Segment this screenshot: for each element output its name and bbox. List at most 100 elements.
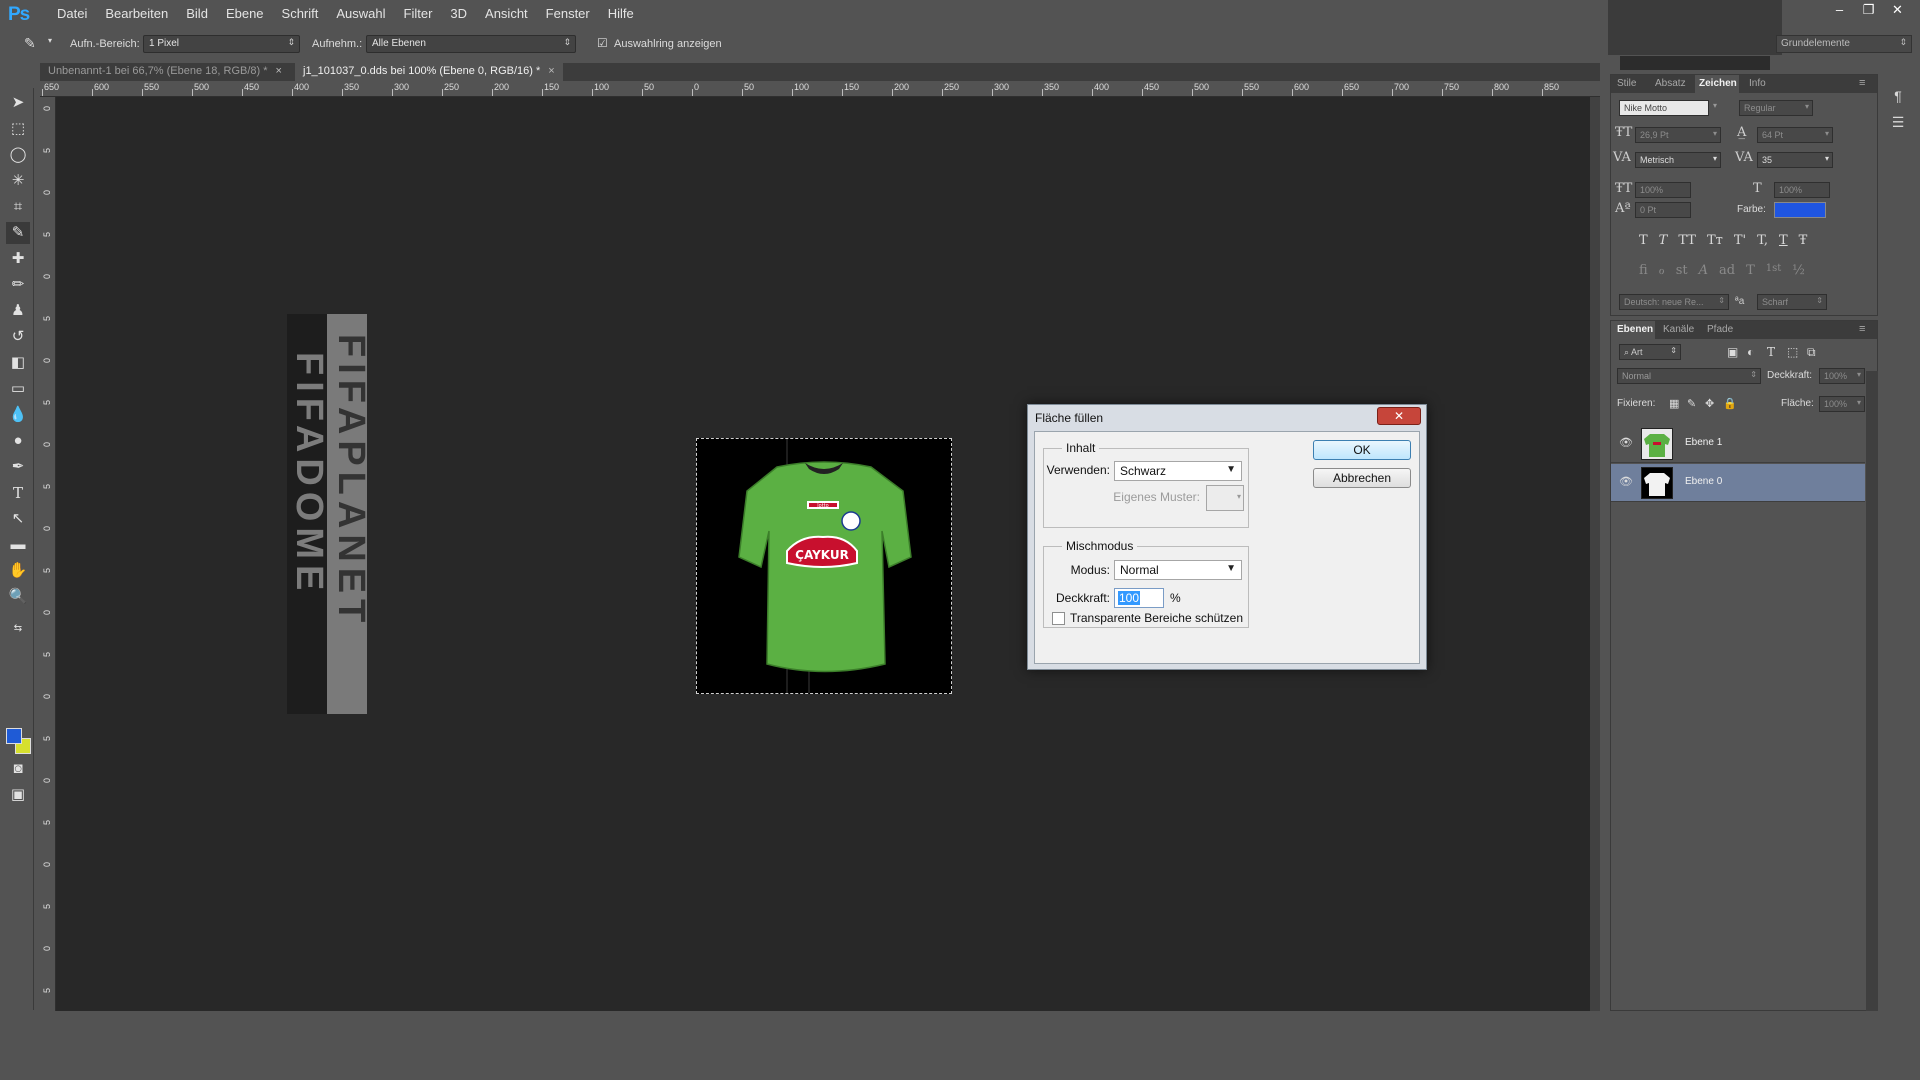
magic-wand-tool-icon[interactable]: ✳ — [6, 170, 30, 192]
tool-preset-chevron-icon[interactable]: ▾ — [48, 36, 52, 45]
font-style-field[interactable]: Regular ▾ — [1739, 100, 1813, 116]
menu-fenster[interactable]: Fenster — [537, 6, 599, 21]
adjustments-icon[interactable]: ☰ — [1884, 114, 1912, 140]
show-ring-checkbox[interactable]: ☑ — [597, 36, 608, 50]
filter-image-icon[interactable]: ▣ — [1727, 345, 1738, 359]
type-tool-icon[interactable]: T — [6, 482, 30, 504]
menu-ansicht[interactable]: Ansicht — [476, 6, 537, 21]
panel-menu-icon[interactable]: ≡ — [1859, 323, 1865, 335]
strikethrough-button[interactable]: Ŧ — [1799, 233, 1808, 248]
zoom-tool-icon[interactable]: 🔍 — [6, 586, 30, 608]
leading-field[interactable]: 64 Pt ▾ — [1757, 127, 1833, 143]
baseline-shift-field[interactable]: 0 Pt — [1635, 202, 1691, 218]
lock-position-icon[interactable]: ✥ — [1705, 397, 1714, 410]
menu-schrift[interactable]: Schrift — [273, 6, 328, 21]
lock-pixels-icon[interactable]: ✎ — [1687, 397, 1696, 410]
small-caps-button[interactable]: Tт — [1707, 233, 1723, 248]
fill-field[interactable]: 100% ▾ — [1819, 396, 1865, 412]
path-selection-tool-icon[interactable]: ↖ — [6, 508, 30, 530]
tab-kanaele[interactable]: Kanäle — [1663, 324, 1694, 335]
ordinals-button[interactable]: 1st — [1766, 263, 1782, 278]
tab-j1-dds[interactable]: j1_101037_0.dds bei 100% (Ebene 0, RGB/1… — [295, 63, 563, 81]
kerning-field[interactable]: Metrisch ▾ — [1635, 152, 1721, 168]
mode-select[interactable]: Normal ▼ — [1114, 560, 1242, 580]
layer-row-ebene-0[interactable]: 👁 Ebene 0 — [1611, 464, 1865, 502]
swap-colors-icon[interactable]: ⇆ — [6, 618, 30, 640]
ligature-button[interactable]: ﬁ — [1639, 263, 1648, 278]
eye-icon[interactable]: 👁 — [1619, 475, 1633, 488]
filter-smartobject-icon[interactable]: ⧉ — [1807, 345, 1816, 360]
antialias-field[interactable]: Scharf ⇕ — [1757, 294, 1827, 310]
filter-adjustment-icon[interactable]: ◐ — [1747, 345, 1754, 359]
dodge-tool-icon[interactable]: ● — [6, 430, 30, 452]
marquee-tool-icon[interactable]: ⬚ — [6, 118, 30, 140]
crop-tool-icon[interactable]: ⌗ — [6, 196, 30, 218]
font-size-field[interactable]: 26,9 Pt ▾ — [1635, 127, 1721, 143]
swash-button[interactable]: A — [1699, 263, 1708, 278]
underline-button[interactable]: T — [1779, 233, 1788, 248]
contextual-button[interactable]: ℴ — [1659, 263, 1665, 278]
close-window-button[interactable]: ✕ — [1883, 0, 1912, 20]
menu-datei[interactable]: Datei — [48, 6, 96, 21]
panel-menu-icon[interactable]: ≡ — [1859, 77, 1865, 89]
tab-unbenannt[interactable]: Unbenannt-1 bei 66,7% (Ebene 18, RGB/8) … — [40, 63, 290, 81]
tab-info[interactable]: Info — [1749, 78, 1766, 89]
menu-auswahl[interactable]: Auswahl — [327, 6, 394, 21]
screen-mode-icon[interactable]: ▣ — [6, 784, 30, 806]
vertical-scale-field[interactable]: 100% — [1635, 182, 1691, 198]
text-color-swatch[interactable] — [1774, 202, 1826, 218]
character-panel-icon[interactable]: ¶ — [1884, 88, 1912, 114]
close-icon[interactable]: × — [548, 65, 554, 77]
layer-row-ebene-1[interactable]: 👁 Ebene 1 — [1611, 425, 1865, 463]
menu-3d[interactable]: 3D — [441, 6, 476, 21]
faux-italic-button[interactable]: T — [1659, 233, 1668, 248]
hand-tool-icon[interactable]: ✋ — [6, 560, 30, 582]
tab-stile[interactable]: Stile — [1617, 78, 1636, 89]
fractions-button[interactable]: ½ — [1792, 263, 1805, 278]
superscript-button[interactable]: T' — [1734, 233, 1746, 248]
lock-all-icon[interactable]: 🔒 — [1723, 397, 1737, 410]
tab-ebenen[interactable]: Ebenen — [1617, 324, 1653, 335]
tab-pfade[interactable]: Pfade — [1707, 324, 1733, 335]
tab-zeichen[interactable]: Zeichen — [1699, 78, 1737, 89]
subscript-button[interactable]: T, — [1757, 233, 1768, 248]
opacity-input[interactable]: 100 — [1114, 588, 1164, 608]
history-brush-tool-icon[interactable]: ↺ — [6, 326, 30, 348]
stylistic-alternates-button[interactable]: ad — [1719, 263, 1735, 278]
preserve-transparency-checkbox[interactable] — [1052, 612, 1065, 625]
faux-bold-button[interactable]: T — [1639, 233, 1648, 248]
horizontal-scale-field[interactable]: 100% — [1774, 182, 1830, 198]
workspace-select[interactable]: Grundelemente ⇕ — [1776, 35, 1912, 53]
lock-transparency-icon[interactable]: ▦ — [1669, 397, 1679, 410]
cancel-button[interactable]: Abbrechen — [1313, 468, 1411, 488]
sample-layers-select[interactable]: Alle Ebenen ⇕ — [366, 35, 576, 53]
filter-type-icon[interactable]: T — [1767, 345, 1775, 359]
document-image[interactable]: lotto ÇAYKUR — [696, 438, 952, 694]
eyedropper-tool-icon[interactable]: ✎ — [6, 222, 30, 244]
use-select[interactable]: Schwarz ▼ — [1114, 461, 1242, 481]
move-tool-icon[interactable]: ➤ — [6, 92, 30, 114]
dialog-close-button[interactable]: ✕ — [1377, 407, 1421, 425]
language-field[interactable]: Deutsch: neue Re... ⇕ — [1619, 294, 1729, 310]
pen-tool-icon[interactable]: ✒ — [6, 456, 30, 478]
opacity-field[interactable]: 100% ▾ — [1819, 368, 1865, 384]
canvas-scrollbar[interactable] — [1590, 97, 1600, 1011]
panel-collapse-strip[interactable] — [1620, 56, 1770, 70]
blur-tool-icon[interactable]: 💧 — [6, 404, 30, 426]
sample-size-select[interactable]: 1 Pixel ⇕ — [143, 35, 300, 53]
shape-tool-icon[interactable]: ▬ — [6, 534, 30, 556]
menu-hilfe[interactable]: Hilfe — [599, 6, 643, 21]
tracking-field[interactable]: 35 ▾ — [1757, 152, 1833, 168]
all-caps-button[interactable]: TT — [1678, 233, 1696, 248]
menu-ebene[interactable]: Ebene — [217, 6, 273, 21]
gradient-tool-icon[interactable]: ▭ — [6, 378, 30, 400]
quick-mask-icon[interactable]: ◙ — [6, 758, 30, 780]
minimize-button[interactable]: – — [1825, 0, 1854, 20]
healing-brush-tool-icon[interactable]: ✚ — [6, 248, 30, 270]
font-family-field[interactable]: Nike Motto — [1619, 100, 1709, 116]
menu-bild[interactable]: Bild — [177, 6, 217, 21]
eraser-tool-icon[interactable]: ◧ — [6, 352, 30, 374]
layer-filter-field[interactable]: ⌕ Art ⇕ — [1619, 344, 1681, 360]
discretionary-ligature-button[interactable]: st — [1676, 263, 1688, 278]
dialog-titlebar[interactable]: Fläche füllen ✕ — [1028, 405, 1426, 431]
